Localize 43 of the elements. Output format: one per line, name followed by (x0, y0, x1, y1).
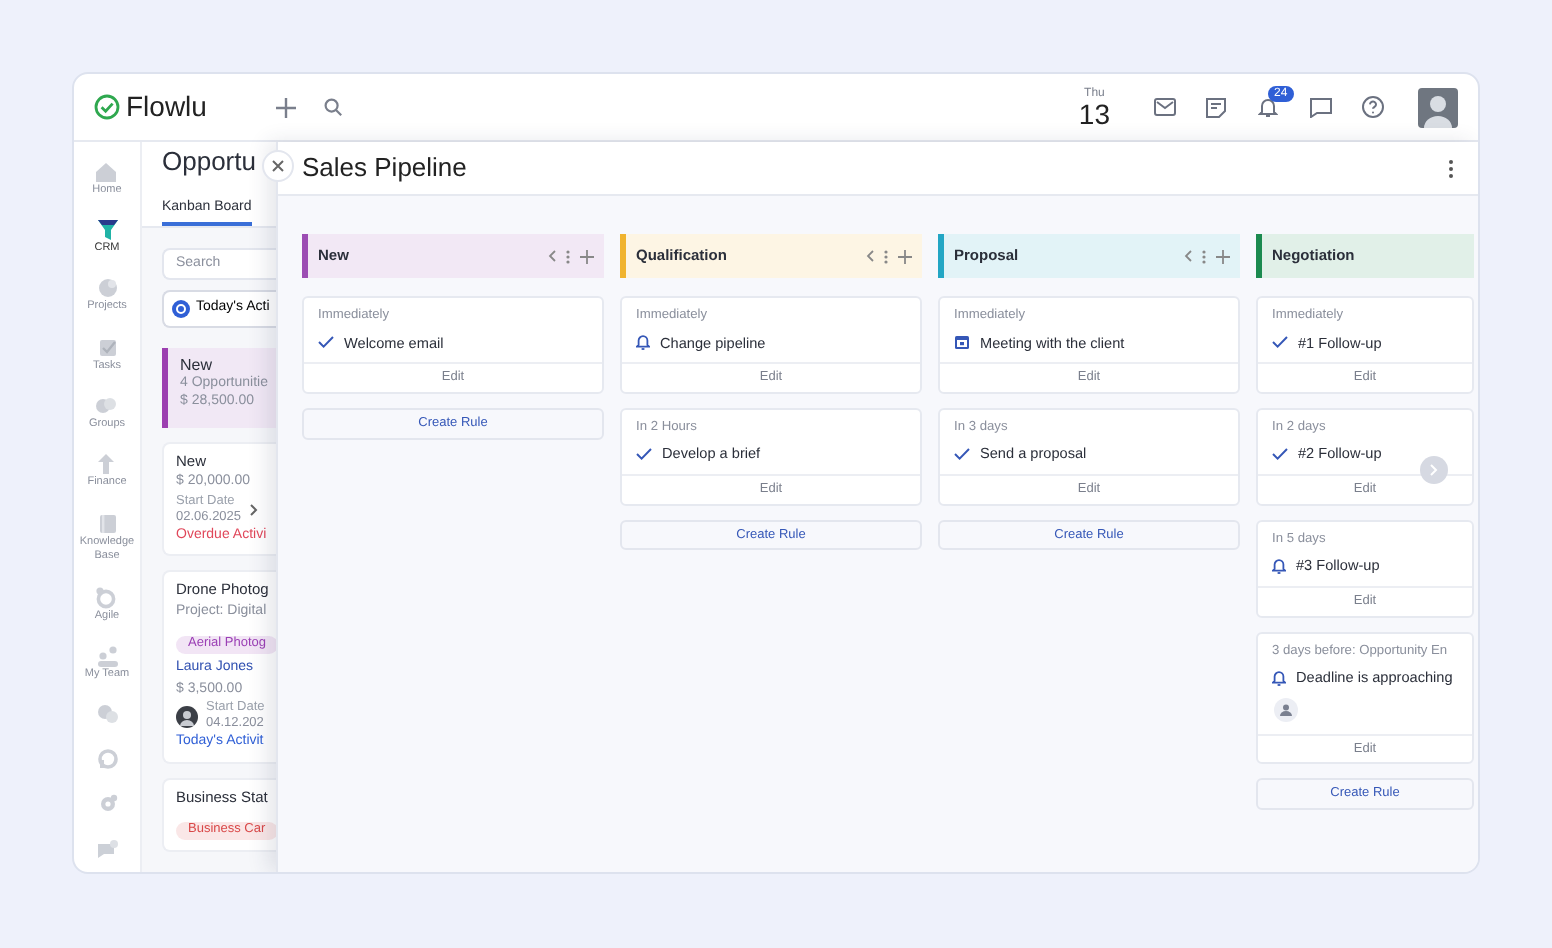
check-icon (954, 448, 970, 461)
mail-icon[interactable] (1154, 98, 1176, 116)
check-icon (636, 448, 652, 461)
plus-icon[interactable] (580, 249, 594, 263)
app-logo-text: Flowlu (126, 88, 207, 126)
help-icon[interactable] (1362, 96, 1384, 118)
home-icon[interactable] (94, 159, 119, 184)
bell-icon[interactable] (1258, 96, 1278, 118)
chevron-left-icon[interactable] (1184, 250, 1192, 262)
check-icon[interactable] (95, 335, 119, 360)
calendar-icon (954, 334, 970, 351)
funnel-icon[interactable] (95, 217, 119, 242)
finance-icon[interactable] (94, 452, 119, 477)
target-icon (172, 299, 190, 318)
person-icon (1280, 703, 1292, 716)
team-icon[interactable] (95, 644, 119, 669)
panel-title: Sales Pipeline (302, 150, 467, 187)
bell-icon (636, 334, 650, 351)
chevron-left-icon[interactable] (866, 250, 874, 262)
plus-icon[interactable] (898, 249, 912, 263)
loop-icon[interactable] (94, 585, 119, 610)
logo-icon (94, 94, 120, 120)
bell-icon (1272, 669, 1286, 686)
check-icon (318, 336, 334, 349)
check-icon (1272, 448, 1288, 461)
close-icon (272, 160, 284, 172)
day-number: 13 (1078, 99, 1110, 127)
chevron-right-icon (1430, 464, 1438, 476)
groups-icon[interactable] (94, 393, 119, 418)
support-icon[interactable] (95, 747, 119, 772)
bell-icon (1272, 557, 1286, 574)
plus-icon[interactable] (1216, 249, 1230, 263)
page-title: Opportu (162, 146, 258, 178)
chevron-right-icon[interactable] (249, 503, 258, 516)
more-icon[interactable] (1448, 159, 1454, 177)
check-icon (1272, 336, 1288, 349)
plus-icon[interactable] (276, 97, 297, 117)
chevron-left-icon[interactable] (548, 250, 556, 262)
stage-title: New (180, 355, 215, 375)
avatar[interactable] (1418, 87, 1458, 127)
book-icon[interactable] (95, 512, 119, 537)
note-icon[interactable] (1206, 97, 1226, 117)
search-icon[interactable] (324, 98, 343, 116)
